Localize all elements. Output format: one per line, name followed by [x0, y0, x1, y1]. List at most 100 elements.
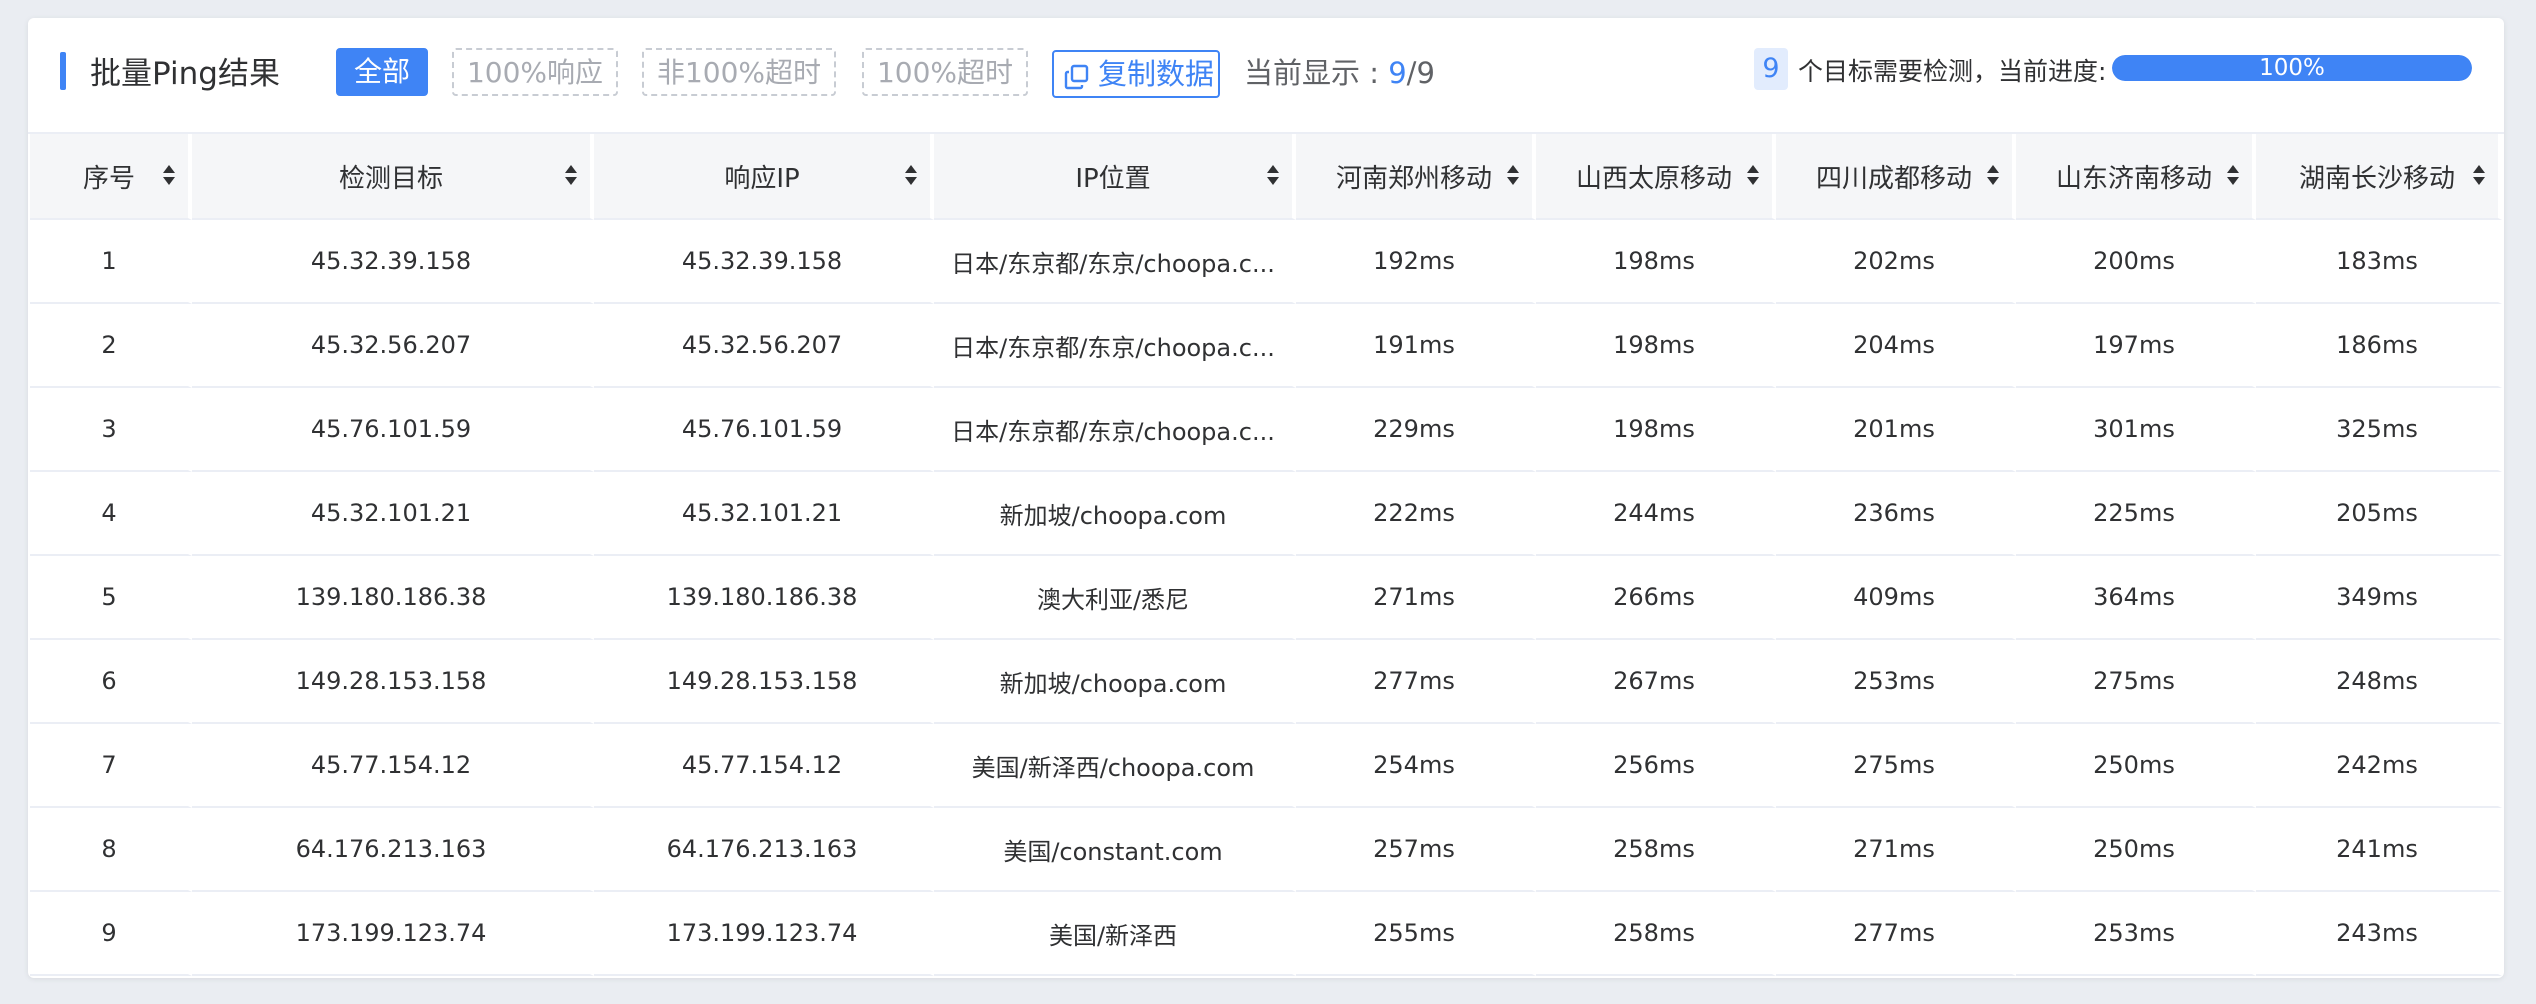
table-row: 6 149.28.153.158 149.28.153.158 新加坡/choopa.… [30, 640, 2502, 724]
showing-current: 9 [1388, 56, 1407, 90]
cell-henan-zhengzhou: 254ms [1296, 724, 1536, 808]
cell-sichuan-chengdu: 204ms [1776, 304, 2016, 388]
cell-hunan-changsha: 248ms [2256, 640, 2502, 724]
cell-response-ip: 45.76.101.59 [594, 388, 934, 472]
sort-icon[interactable] [564, 164, 578, 186]
sort-icon[interactable] [2472, 164, 2486, 186]
cell-hunan-changsha: 186ms [2256, 304, 2502, 388]
cell-index: 4 [30, 472, 192, 556]
cell-target: 139.180.186.38 [192, 556, 594, 640]
results-card: 批量Ping结果 全部 100%响应 非100%超时 100%超时 复制数据 当… [28, 18, 2504, 978]
cell-henan-zhengzhou: 277ms [1296, 640, 1536, 724]
sort-icon[interactable] [904, 164, 918, 186]
cell-sichuan-chengdu: 409ms [1776, 556, 2016, 640]
column-header-shandong-jinan[interactable]: 山东济南移动 [2016, 134, 2256, 220]
cell-henan-zhengzhou: 192ms [1296, 220, 1536, 304]
sort-icon[interactable] [2226, 164, 2240, 186]
table-body: 1 45.32.39.158 45.32.39.158 日本/东京都/东京/choop… [30, 220, 2502, 976]
column-header-label: 山西太原移动 [1575, 163, 1732, 194]
table-row: 8 64.176.213.163 64.176.213.163 美国/constant… [30, 808, 2502, 892]
showing-separator: / [1406, 56, 1417, 90]
cell-ip-location: 美国/constant.com [934, 808, 1296, 892]
cell-shanxi-taiyuan: 256ms [1536, 724, 1776, 808]
cell-ip-location: 日本/东京都/东京/choopa.c... [934, 388, 1296, 472]
cell-henan-zhengzhou: 271ms [1296, 556, 1536, 640]
cell-target: 173.199.123.74 [192, 892, 594, 976]
cell-shanxi-taiyuan: 258ms [1536, 808, 1776, 892]
cell-ip-location: 日本/东京都/东京/choopa.c... [934, 220, 1296, 304]
progress-bar: 100% [2112, 55, 2472, 81]
column-header-target[interactable]: 检测目标 [192, 134, 594, 220]
cell-response-ip: 45.32.39.158 [594, 220, 934, 304]
progress-description: 个目标需要检测，当前进度: [1798, 57, 2107, 86]
cell-shanxi-taiyuan: 198ms [1536, 220, 1776, 304]
cell-target: 149.28.153.158 [192, 640, 594, 724]
sort-icon[interactable] [1986, 164, 2000, 186]
cell-index: 1 [30, 220, 192, 304]
column-header-hunan-changsha[interactable]: 湖南长沙移动 [2256, 134, 2502, 220]
cell-response-ip: 45.32.101.21 [594, 472, 934, 556]
cell-index: 2 [30, 304, 192, 388]
filter-100-timeout-button[interactable]: 100%超时 [862, 48, 1028, 96]
cell-shandong-jinan: 197ms [2016, 304, 2256, 388]
cell-response-ip: 173.199.123.74 [594, 892, 934, 976]
cell-index: 8 [30, 808, 192, 892]
column-header-label: 四川成都移动 [1815, 163, 1972, 194]
cell-shanxi-taiyuan: 267ms [1536, 640, 1776, 724]
copy-data-label: 复制数据 [1098, 57, 1215, 91]
cell-sichuan-chengdu: 236ms [1776, 472, 2016, 556]
copy-icon [1064, 64, 1089, 90]
table-row: 2 45.32.56.207 45.32.56.207 日本/东京都/东京/choop… [30, 304, 2502, 388]
cell-shandong-jinan: 250ms [2016, 724, 2256, 808]
cell-sichuan-chengdu: 202ms [1776, 220, 2016, 304]
column-header-label: 湖南长沙移动 [2298, 163, 2455, 194]
sort-icon[interactable] [1506, 164, 1520, 186]
column-header-label: 检测目标 [338, 163, 443, 194]
column-header-ip-location[interactable]: IP位置 [934, 134, 1296, 220]
cell-target: 64.176.213.163 [192, 808, 594, 892]
cell-hunan-changsha: 183ms [2256, 220, 2502, 304]
table-row: 5 139.180.186.38 139.180.186.38 澳大利亚/悉尼 271m… [30, 556, 2502, 640]
cell-response-ip: 45.77.154.12 [594, 724, 934, 808]
sort-icon[interactable] [162, 164, 176, 186]
table-row: 1 45.32.39.158 45.32.39.158 日本/东京都/东京/choop… [30, 220, 2502, 304]
table-row: 7 45.77.154.12 45.77.154.12 美国/新泽西/choopa.c… [30, 724, 2502, 808]
column-header-label: 山东济南移动 [2055, 163, 2212, 194]
column-header-label: 响应IP [724, 163, 800, 194]
column-header-henan-zhengzhou[interactable]: 河南郑州移动 [1296, 134, 1536, 220]
column-header-index[interactable]: 序号 [30, 134, 192, 220]
column-header-shanxi-taiyuan[interactable]: 山西太原移动 [1536, 134, 1776, 220]
table-row: 3 45.76.101.59 45.76.101.59 日本/东京都/东京/choop… [30, 388, 2502, 472]
table-row: 4 45.32.101.21 45.32.101.21 新加坡/choopa.com 2… [30, 472, 2502, 556]
cell-ip-location: 新加坡/choopa.com [934, 640, 1296, 724]
cell-shandong-jinan: 200ms [2016, 220, 2256, 304]
copy-data-button[interactable]: 复制数据 [1052, 50, 1220, 98]
cell-shandong-jinan: 275ms [2016, 640, 2256, 724]
cell-ip-location: 美国/新泽西/choopa.com [934, 724, 1296, 808]
table-header-row: 序号 检测目标 响应IP IP位置 河南郑州移动 山西太原移动 四川成都移动 山东济南移动 湖南… [30, 134, 2502, 220]
filter-100-response-button[interactable]: 100%响应 [452, 48, 618, 96]
column-header-response-ip[interactable]: 响应IP [594, 134, 934, 220]
sort-icon[interactable] [1746, 164, 1760, 186]
results-toolbar: 批量Ping结果 全部 100%响应 非100%超时 100%超时 复制数据 当… [28, 18, 2504, 134]
title-accent-bar [60, 52, 66, 90]
column-header-sichuan-chengdu[interactable]: 四川成都移动 [1776, 134, 2016, 220]
cell-response-ip: 149.28.153.158 [594, 640, 934, 724]
sort-icon[interactable] [1266, 164, 1280, 186]
cell-hunan-changsha: 243ms [2256, 892, 2502, 976]
cell-index: 3 [30, 388, 192, 472]
cell-ip-location: 美国/新泽西 [934, 892, 1296, 976]
cell-sichuan-chengdu: 277ms [1776, 892, 2016, 976]
column-header-label: 序号 [82, 163, 135, 194]
filter-non-100-timeout-button[interactable]: 非100%超时 [642, 48, 836, 96]
cell-shanxi-taiyuan: 258ms [1536, 892, 1776, 976]
cell-sichuan-chengdu: 275ms [1776, 724, 2016, 808]
cell-henan-zhengzhou: 229ms [1296, 388, 1536, 472]
filter-all-button[interactable]: 全部 [336, 48, 428, 96]
cell-ip-location: 日本/东京都/东京/choopa.c... [934, 304, 1296, 388]
results-table: 序号 检测目标 响应IP IP位置 河南郑州移动 山西太原移动 四川成都移动 山东济南移动 湖南… [30, 134, 2502, 976]
cell-response-ip: 64.176.213.163 [594, 808, 934, 892]
cell-target: 45.32.101.21 [192, 472, 594, 556]
cell-henan-zhengzhou: 257ms [1296, 808, 1536, 892]
cell-henan-zhengzhou: 222ms [1296, 472, 1536, 556]
